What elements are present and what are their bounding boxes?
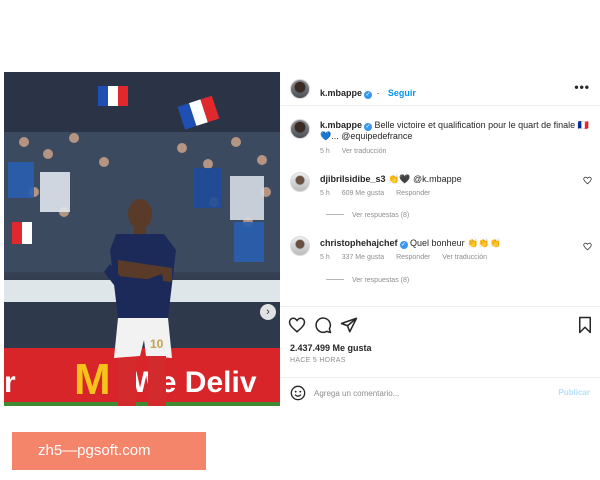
comment-bar: Publicar bbox=[280, 377, 600, 407]
caption-username[interactable]: k.mbappe bbox=[320, 120, 362, 130]
comment-avatar[interactable] bbox=[290, 236, 310, 256]
comment-like-heart-icon[interactable] bbox=[583, 242, 592, 251]
comment-username[interactable]: djibrilsidibe_s3 bbox=[320, 174, 386, 184]
caption-meta: 5 h Ver traducción bbox=[320, 148, 396, 155]
follow-button[interactable]: Seguir bbox=[388, 88, 416, 98]
comment-likes[interactable]: 337 Me gusta bbox=[342, 254, 384, 261]
verified-badge-icon: ✓ bbox=[399, 241, 408, 249]
view-replies-label: Ver respuestas (8) bbox=[352, 212, 410, 219]
comment-like-heart-icon[interactable] bbox=[583, 176, 592, 185]
like-heart-icon[interactable] bbox=[288, 316, 306, 334]
comment-bubble-icon[interactable] bbox=[314, 316, 332, 334]
comment-text: Quel bonheur 👏👏👏 bbox=[410, 238, 501, 248]
comment-meta: 5 h 609 Me gusta Responder bbox=[320, 190, 440, 197]
comment-username[interactable]: christophehajchef bbox=[320, 238, 398, 248]
caption-time: 5 h bbox=[320, 148, 330, 155]
comment-line: christophehajchef ✓ Quel bonheur 👏👏👏 bbox=[320, 238, 501, 249]
share-send-icon[interactable] bbox=[340, 316, 358, 334]
post-side-panel: k.mbappe ✓ · Seguir ••• k.mbappe ✓ Belle v… bbox=[280, 72, 600, 406]
more-options-icon[interactable]: ••• bbox=[574, 80, 590, 94]
view-replies-label: Ver respuestas (8) bbox=[352, 277, 410, 284]
comment-translate-link[interactable]: Ver traducción bbox=[442, 254, 487, 261]
comment-reply-link[interactable]: Responder bbox=[396, 190, 430, 197]
post-timestamp: HACE 5 HORAS bbox=[290, 357, 346, 364]
comment-input[interactable] bbox=[314, 386, 534, 400]
comment-time: 5 h bbox=[320, 254, 330, 261]
separator-dot: · bbox=[376, 88, 380, 98]
comment-meta: 5 h 337 Me gusta Responder Ver traducció… bbox=[320, 254, 497, 261]
caption-translate-link[interactable]: Ver traducción bbox=[342, 148, 387, 155]
replies-divider bbox=[326, 279, 344, 280]
svg-text:r: r bbox=[4, 366, 16, 399]
comment-text: 👏🖤 @k.mbappe bbox=[388, 174, 462, 184]
verified-badge-icon: ✓ bbox=[364, 123, 373, 131]
caption-avatar[interactable] bbox=[290, 119, 310, 139]
view-replies-link[interactable]: Ver respuestas (8) bbox=[326, 277, 409, 284]
player-figure: 10 bbox=[104, 199, 176, 406]
comment-likes[interactable]: 609 Me gusta bbox=[342, 190, 384, 197]
comment-line: djibrilsidibe_s3 👏🖤 @k.mbappe bbox=[320, 174, 462, 185]
likes-count[interactable]: 2.437.499 Me gusta bbox=[290, 343, 372, 353]
view-replies-link[interactable]: Ver respuestas (8) bbox=[326, 212, 409, 219]
watermark-text: zh5—pgsoft.com bbox=[38, 442, 151, 459]
emoji-smiley-icon[interactable] bbox=[290, 385, 306, 401]
carousel-next-button[interactable]: › bbox=[260, 304, 276, 320]
watermark-banner: zh5—pgsoft.com bbox=[12, 432, 206, 470]
post-photo[interactable]: M We Deliv r 10 › bbox=[4, 72, 280, 406]
comment-avatar[interactable] bbox=[290, 172, 310, 192]
verified-badge-icon: ✓ bbox=[364, 91, 373, 99]
replies-divider bbox=[326, 214, 344, 215]
author-avatar[interactable] bbox=[290, 79, 310, 99]
author-username[interactable]: k.mbappe bbox=[320, 88, 362, 98]
caption-line: k.mbappe ✓ Belle victoire et qualificatio… bbox=[320, 120, 600, 142]
post-actions: 2.437.499 Me gusta HACE 5 HORAS Publicar bbox=[280, 306, 600, 406]
comment-reply-link[interactable]: Responder bbox=[396, 254, 430, 261]
svg-text:10: 10 bbox=[150, 337, 164, 351]
post-header: k.mbappe ✓ · Seguir ••• bbox=[280, 72, 600, 106]
comment-time: 5 h bbox=[320, 190, 330, 197]
publish-button[interactable]: Publicar bbox=[558, 388, 590, 397]
save-bookmark-icon[interactable] bbox=[576, 316, 594, 334]
author-line: k.mbappe ✓ · Seguir bbox=[320, 83, 416, 101]
